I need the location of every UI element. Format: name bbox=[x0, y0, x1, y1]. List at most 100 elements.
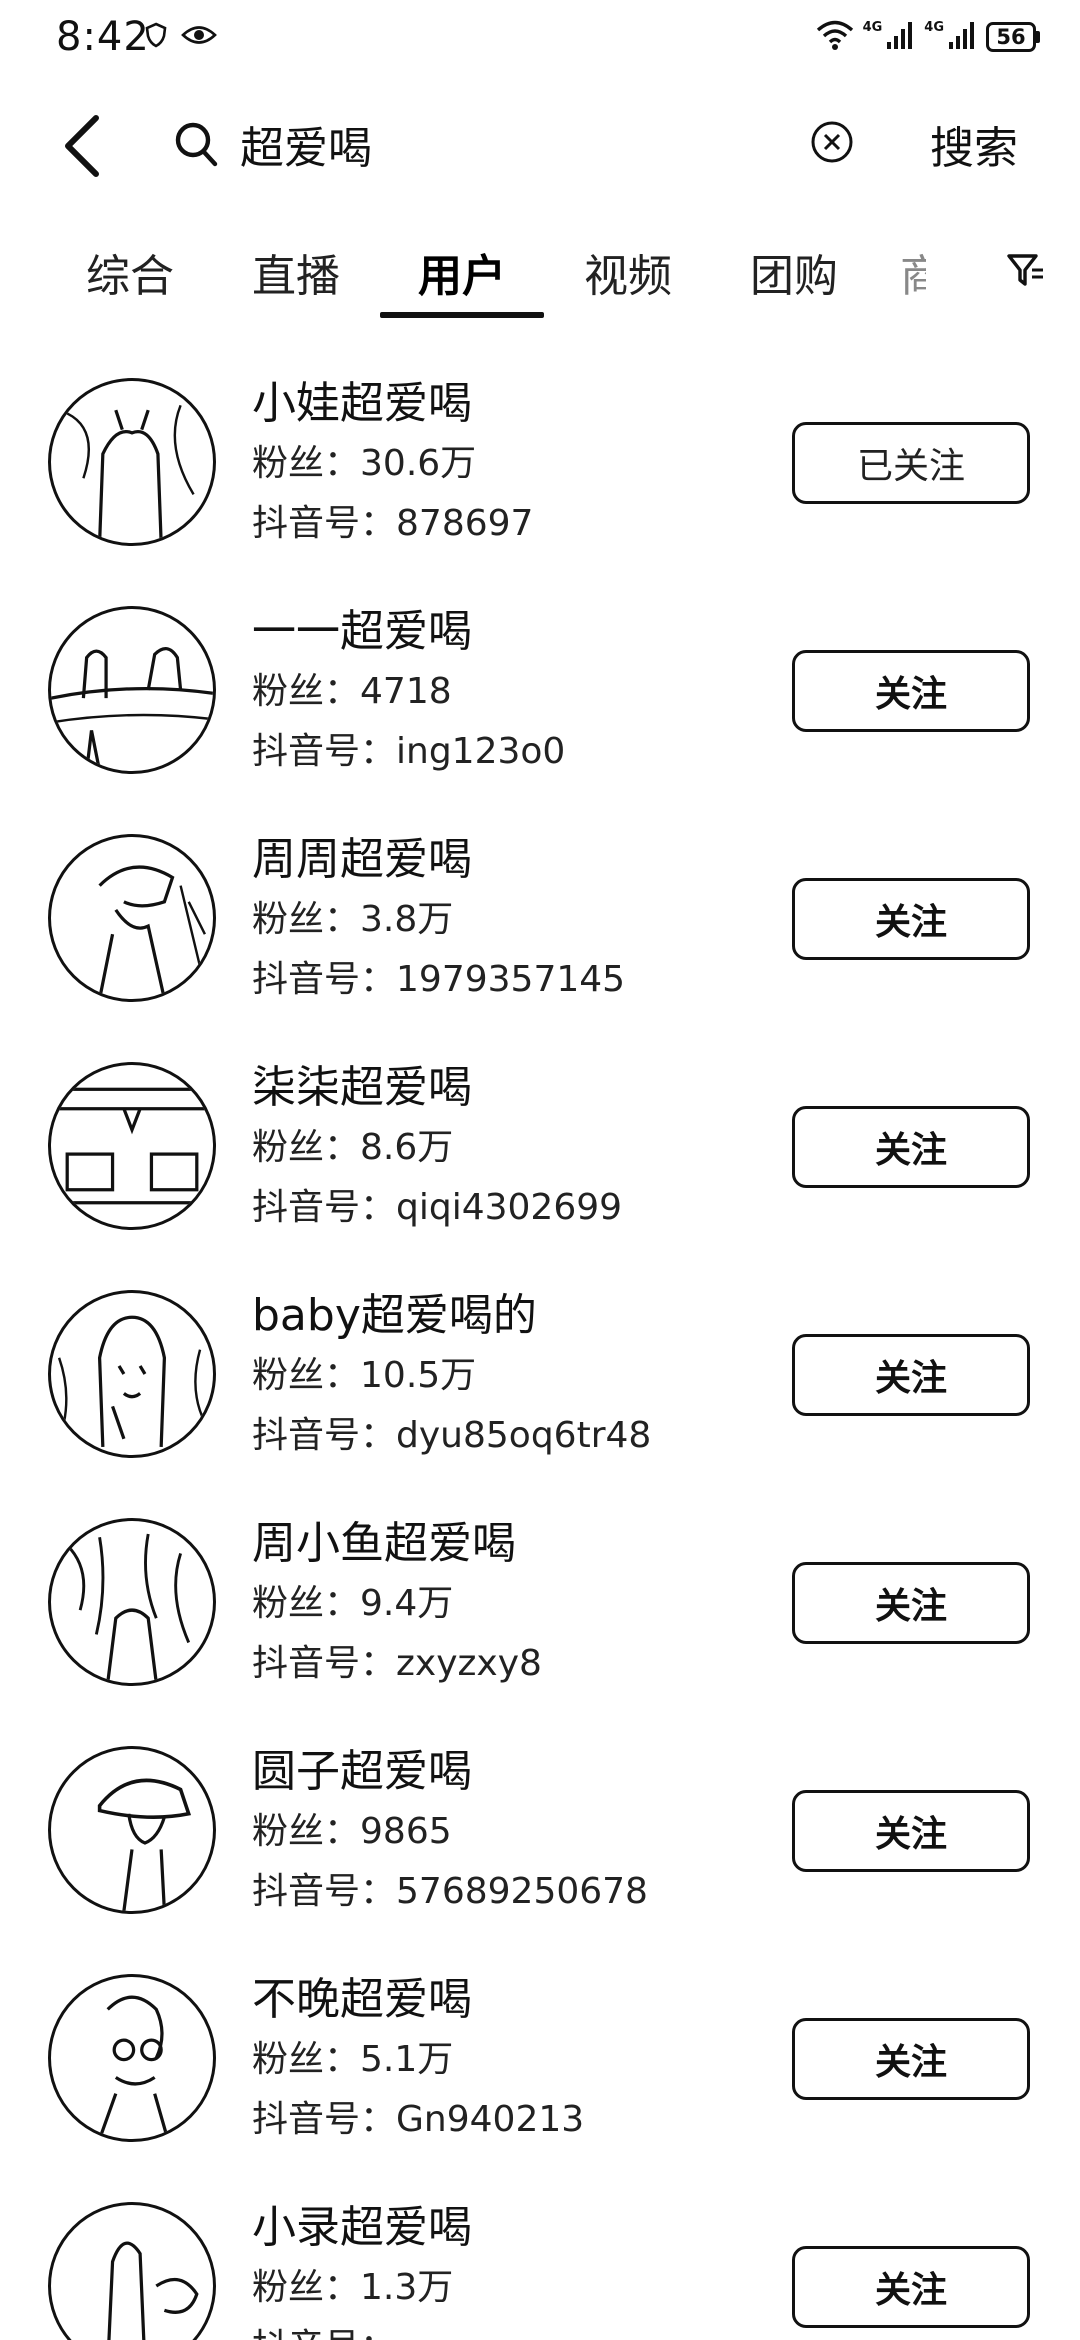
follow-button[interactable]: 关注 bbox=[792, 1562, 1030, 1644]
avatar[interactable] bbox=[48, 1062, 216, 1230]
user-name: 周周超爱喝 bbox=[252, 834, 472, 885]
id-label: 抖音号： bbox=[252, 1643, 397, 1684]
avatar[interactable] bbox=[48, 378, 216, 546]
fans-value: 8.6万 bbox=[360, 1127, 454, 1168]
avatar[interactable] bbox=[48, 1746, 216, 1914]
avatar[interactable] bbox=[48, 834, 216, 1002]
battery-level: 56 bbox=[986, 22, 1036, 52]
fans-value: 5.1万 bbox=[360, 2039, 454, 2080]
fans-count: 粉丝：10.5万 bbox=[252, 1346, 772, 1406]
result-tabs: 综合 直播 用户 视频 团购 商 bbox=[0, 222, 1080, 322]
follow-button[interactable]: 关注 bbox=[792, 878, 1030, 960]
fans-label: 粉丝： bbox=[252, 1127, 361, 1168]
eye-icon bbox=[181, 22, 217, 52]
user-result-row[interactable]: 周周超爱喝 粉丝：3.8万 抖音号：1979357145 关注 bbox=[0, 816, 1080, 1044]
network-type-label: 4G bbox=[862, 19, 883, 35]
fans-value: 10.5万 bbox=[360, 1355, 477, 1396]
shield-icon bbox=[145, 22, 167, 52]
user-info: 圆子超爱喝 粉丝：9865 抖音号：57689250678 bbox=[252, 1742, 772, 1922]
douyin-id: 抖音号：dyu85oq6tr48 bbox=[252, 1406, 772, 1466]
user-name: 小娃超爱喝 bbox=[252, 378, 472, 429]
user-result-row[interactable]: 柒柒超爱喝 粉丝：8.6万 抖音号：qiqi4302699 关注 bbox=[0, 1044, 1080, 1272]
follow-button[interactable]: 关注 bbox=[792, 2246, 1030, 2328]
follow-button[interactable]: 关注 bbox=[792, 2018, 1030, 2100]
status-time: 8:42 bbox=[56, 14, 150, 60]
chevron-left-icon bbox=[62, 114, 102, 182]
back-button[interactable] bbox=[52, 108, 112, 188]
id-label: 抖音号： bbox=[252, 503, 397, 544]
follow-button[interactable]: 关注 bbox=[792, 1106, 1030, 1188]
id-value: qiqi4302699 bbox=[396, 1187, 623, 1228]
douyin-id: 抖音号：zxyzxy8 bbox=[252, 1634, 772, 1694]
id-label: 抖音号： bbox=[252, 1415, 397, 1456]
user-name: 圆子超爱喝 bbox=[252, 1746, 472, 1797]
user-name: 周小鱼超爱喝 bbox=[252, 1518, 516, 1569]
id-value: 1979357145 bbox=[396, 959, 626, 1000]
search-icon bbox=[168, 116, 224, 172]
avatar[interactable] bbox=[48, 2202, 216, 2340]
douyin-id: 抖音号：1979357145 bbox=[252, 950, 772, 1010]
tab-live[interactable]: 直播 bbox=[252, 240, 340, 304]
fans-label: 粉丝： bbox=[252, 1355, 361, 1396]
fans-label: 粉丝： bbox=[252, 1811, 361, 1852]
fans-value: 4718 bbox=[360, 671, 452, 712]
user-result-row[interactable]: 周小鱼超爱喝 粉丝：9.4万 抖音号：zxyzxy8 关注 bbox=[0, 1500, 1080, 1728]
tab-users[interactable]: 用户 bbox=[418, 240, 506, 304]
follow-button[interactable]: 关注 bbox=[792, 1790, 1030, 1872]
signal-icon bbox=[886, 20, 916, 54]
fans-count: 粉丝：9.4万 bbox=[252, 1574, 772, 1634]
user-result-row[interactable]: baby超爱喝的 粉丝：10.5万 抖音号：dyu85oq6tr48 关注 bbox=[0, 1272, 1080, 1500]
user-result-row[interactable]: 不晚超爱喝 粉丝：5.1万 抖音号：Gn940213 关注 bbox=[0, 1956, 1080, 2184]
fans-label: 粉丝： bbox=[252, 2267, 361, 2308]
fans-label: 粉丝： bbox=[252, 899, 361, 940]
user-info: 一一超爱喝 粉丝：4718 抖音号：ing123o0 bbox=[252, 602, 772, 782]
user-name: baby超爱喝的 bbox=[252, 1290, 537, 1341]
tab-overflow-partial[interactable]: 商 bbox=[900, 240, 926, 304]
avatar[interactable] bbox=[48, 1518, 216, 1686]
id-value: dyu85oq6tr48 bbox=[396, 1415, 652, 1456]
user-name: 小录超爱喝 bbox=[252, 2202, 472, 2253]
douyin-id: 抖音号：Gn940213 bbox=[252, 2090, 772, 2150]
fans-label: 粉丝： bbox=[252, 2039, 361, 2080]
user-result-row[interactable]: 小娃超爱喝 粉丝：30.6万 抖音号：878697 已关注 bbox=[0, 360, 1080, 588]
filter-button[interactable] bbox=[996, 242, 1056, 302]
fans-count: 粉丝：4718 bbox=[252, 662, 772, 722]
user-info: 不晚超爱喝 粉丝：5.1万 抖音号：Gn940213 bbox=[252, 1970, 772, 2150]
fans-value: 9.4万 bbox=[360, 1583, 454, 1624]
following-button[interactable]: 已关注 bbox=[792, 422, 1030, 504]
user-name: 不晚超爱喝 bbox=[252, 1974, 472, 2025]
tab-general[interactable]: 综合 bbox=[86, 240, 174, 304]
avatar[interactable] bbox=[48, 606, 216, 774]
id-label: 抖音号： bbox=[252, 731, 397, 772]
id-label: 抖音号： bbox=[252, 1871, 397, 1912]
fans-count: 粉丝：1.3万 bbox=[252, 2258, 772, 2318]
clear-search-button[interactable] bbox=[806, 118, 858, 170]
clear-circle-icon bbox=[810, 120, 854, 168]
fans-count: 粉丝：3.8万 bbox=[252, 890, 772, 950]
user-result-row[interactable]: 圆子超爱喝 粉丝：9865 抖音号：57689250678 关注 bbox=[0, 1728, 1080, 1956]
id-value: ing123o0 bbox=[396, 731, 566, 772]
fans-label: 粉丝： bbox=[252, 1583, 361, 1624]
follow-button[interactable]: 关注 bbox=[792, 1334, 1030, 1416]
id-label: 抖音号： bbox=[252, 2327, 396, 2340]
search-input[interactable] bbox=[240, 110, 780, 178]
user-info: baby超爱喝的 粉丝：10.5万 抖音号：dyu85oq6tr48 bbox=[252, 1286, 772, 1466]
status-left-icons bbox=[145, 22, 217, 52]
avatar[interactable] bbox=[48, 1290, 216, 1458]
douyin-id: 抖音号：57689250678 bbox=[252, 1862, 772, 1922]
signal-icon bbox=[948, 20, 978, 54]
battery-icon: 56 bbox=[986, 22, 1040, 52]
user-result-row[interactable]: 一一超爱喝 粉丝：4718 抖音号：ing123o0 关注 bbox=[0, 588, 1080, 816]
filter-icon bbox=[1006, 250, 1046, 294]
avatar[interactable] bbox=[48, 1974, 216, 2142]
fans-count: 粉丝：30.6万 bbox=[252, 434, 772, 494]
tab-group-buy[interactable]: 团购 bbox=[750, 240, 838, 304]
search-submit-button[interactable]: 搜索 bbox=[930, 112, 1018, 176]
user-info: 小娃超爱喝 粉丝：30.6万 抖音号：878697 bbox=[252, 374, 772, 554]
fans-label: 粉丝： bbox=[252, 671, 361, 712]
tab-videos[interactable]: 视频 bbox=[584, 240, 672, 304]
follow-button[interactable]: 关注 bbox=[792, 650, 1030, 732]
douyin-id: 抖音号：878697 bbox=[252, 494, 772, 554]
user-result-row[interactable]: 小录超爱喝 粉丝：1.3万 抖音号： 关注 bbox=[0, 2184, 1080, 2340]
id-label: 抖音号： bbox=[252, 1187, 397, 1228]
